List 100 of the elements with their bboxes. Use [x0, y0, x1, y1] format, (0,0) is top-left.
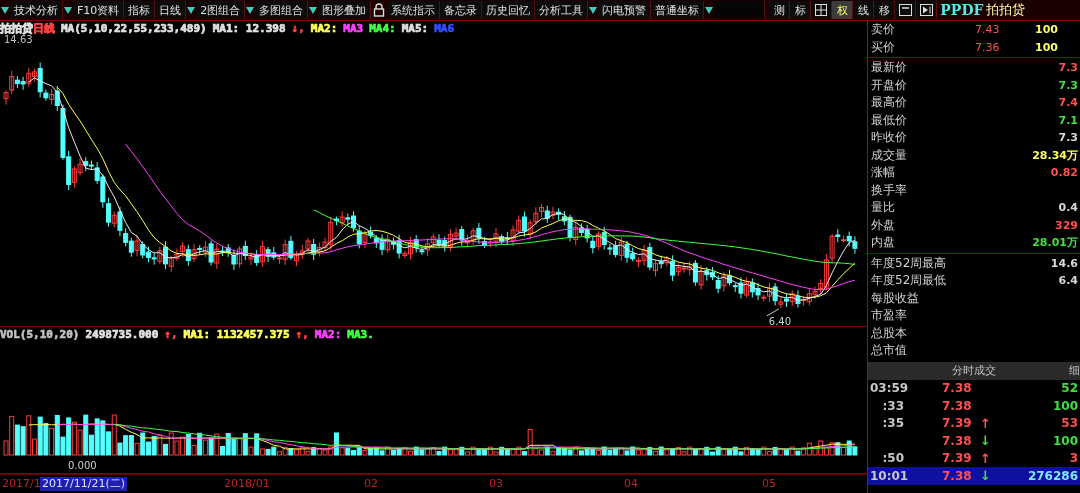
quote-label: 买价	[871, 38, 895, 56]
legend-label: 2498735.000	[85, 327, 159, 341]
tool-button[interactable]: 标	[790, 1, 812, 19]
trade-row[interactable]: 10:01 7.38 ↓ 276286	[868, 467, 1080, 485]
toolbar-button[interactable]: 普通坐标	[651, 1, 705, 19]
date-label: 03	[488, 477, 504, 491]
legend-label: MA1: 12.398	[212, 21, 286, 35]
legend-label: ↓,	[291, 21, 305, 35]
legend-label: MA3	[343, 21, 364, 35]
trade-volume: 52	[1061, 381, 1078, 396]
legend-label: MA6	[434, 21, 455, 35]
trades-header: 分时成交	[952, 363, 996, 378]
quote-value: 28.01万	[1032, 235, 1079, 251]
quote-label: 内盘	[871, 234, 895, 252]
quote-label: 换手率	[871, 181, 907, 199]
quote-label: 最新价	[871, 59, 907, 77]
quote-label: 年度52周最低	[871, 272, 947, 290]
legend-label: MA(5,10,22,55,233,489)	[61, 21, 207, 35]
toolbar-button[interactable]: 多图组合	[255, 1, 309, 19]
quote-value: 7.1	[1058, 113, 1079, 127]
trade-price: 7.38	[942, 398, 973, 413]
period-label: 日线	[33, 20, 55, 36]
legend-label: MA5:	[401, 21, 429, 35]
stock-code: PPDF	[940, 2, 984, 18]
tool-button[interactable]: 线	[853, 1, 875, 19]
toolbar-button[interactable]: 备忘录	[440, 1, 483, 19]
high-price-label: 14.63	[4, 35, 33, 45]
date-label: 2017/11/21(二)	[40, 477, 127, 491]
date-label: 2017/1	[1, 477, 42, 491]
trade-price: 7.38	[942, 433, 973, 448]
trade-time: :50	[881, 451, 905, 466]
date-label: 2018/01	[223, 477, 271, 491]
toolbar-button[interactable]: 图形叠加	[318, 1, 372, 19]
tool-button[interactable]: 权	[832, 1, 854, 19]
legend-label: MA3.	[347, 327, 374, 341]
trade-row[interactable]: 03:59 7.38 52	[868, 379, 1080, 397]
quote-label: 总市值	[871, 342, 907, 360]
quote-label: 年度52周最高	[871, 254, 947, 272]
quote-value: 14.6	[1050, 256, 1079, 270]
low-price-label: 6.40	[768, 315, 792, 326]
date-label: 02	[363, 477, 379, 491]
toolbar-button[interactable]: 2图组合	[196, 1, 246, 19]
toolbar-button[interactable]: 日线	[155, 1, 187, 19]
tool-button[interactable]: 测	[769, 1, 791, 19]
quote-value: 7.3	[1058, 78, 1079, 92]
tool-button[interactable]: 移	[874, 1, 896, 19]
toolbar-button[interactable]: F10资料	[73, 1, 125, 19]
toolbar-button[interactable]: 技术分析	[10, 1, 63, 19]
legend-label: MA2:	[310, 21, 338, 35]
trade-price: 7.39	[942, 451, 973, 466]
trade-row[interactable]: :50 7.39 ↑ 3	[868, 449, 1080, 467]
trade-volume: 276286	[1027, 468, 1078, 483]
quote-label: 最高价	[871, 94, 907, 112]
quote-label: 最低价	[871, 111, 907, 129]
quote-price: 7.43	[975, 23, 1001, 37]
trade-time: :35	[881, 416, 905, 431]
legend-label: ↑,	[164, 327, 178, 341]
date-label: 05	[761, 477, 777, 491]
toolbar-button[interactable]: 历史回忆	[482, 1, 536, 19]
quote-value: 28.34万	[1032, 147, 1079, 163]
trend-arrow: ↑	[980, 450, 991, 466]
quote-label: 外盘	[871, 216, 895, 234]
legend-label: VOL(5,10,20)	[0, 327, 80, 341]
volume-zero-label: 0.000	[68, 460, 97, 471]
quote-label: 开盘价	[871, 76, 907, 94]
toolbar-button[interactable]: 系统指示	[387, 1, 441, 19]
quote-label: 成交量	[871, 146, 907, 164]
quote-label: 卖价	[871, 21, 895, 39]
quote-value: 6.4	[1058, 274, 1079, 288]
trade-row[interactable]: :35 7.39 ↑ 53	[868, 414, 1080, 432]
date-label: 04	[623, 477, 639, 491]
stock-name: 拍拍贷	[986, 1, 1026, 19]
quote-label: 涨幅	[871, 164, 895, 182]
trade-volume: 100	[1052, 398, 1078, 413]
quote-volume: 100	[1035, 40, 1059, 54]
legend-label: MA1: 1132457.375	[183, 327, 290, 341]
quote-label: 每股收益	[871, 289, 919, 307]
trade-row[interactable]: :33 7.38 100	[868, 397, 1080, 415]
trade-time: 03:59	[870, 381, 910, 396]
quote-price: 7.36	[975, 40, 1001, 54]
trade-row[interactable]: 7.38 ↓ 100	[868, 432, 1080, 450]
quote-value: 7.3	[1058, 131, 1079, 145]
trend-arrow: ↓	[980, 468, 991, 484]
trade-price: 7.38	[942, 468, 973, 483]
trend-arrow: ↓	[980, 433, 991, 449]
stock-name: 拍拍贷	[0, 20, 33, 35]
quote-value: 0.82	[1050, 166, 1079, 180]
toolbar-button[interactable]: 分析工具	[535, 1, 589, 19]
trade-price: 7.38	[942, 381, 973, 396]
toolbar-button[interactable]: 指标	[124, 1, 156, 19]
column-header: 细	[1069, 363, 1080, 378]
trade-time: 10:01	[870, 468, 910, 483]
trade-price: 7.39	[942, 416, 973, 431]
quote-value: 7.3	[1058, 61, 1079, 75]
trade-volume: 100	[1052, 433, 1078, 448]
quote-label: 市盈率	[871, 307, 907, 325]
legend-label: MA2:	[314, 327, 342, 341]
quote-label: 量比	[871, 199, 895, 217]
quote-value: 329	[1055, 218, 1079, 232]
toolbar-button[interactable]: 闪电预警	[598, 1, 652, 19]
